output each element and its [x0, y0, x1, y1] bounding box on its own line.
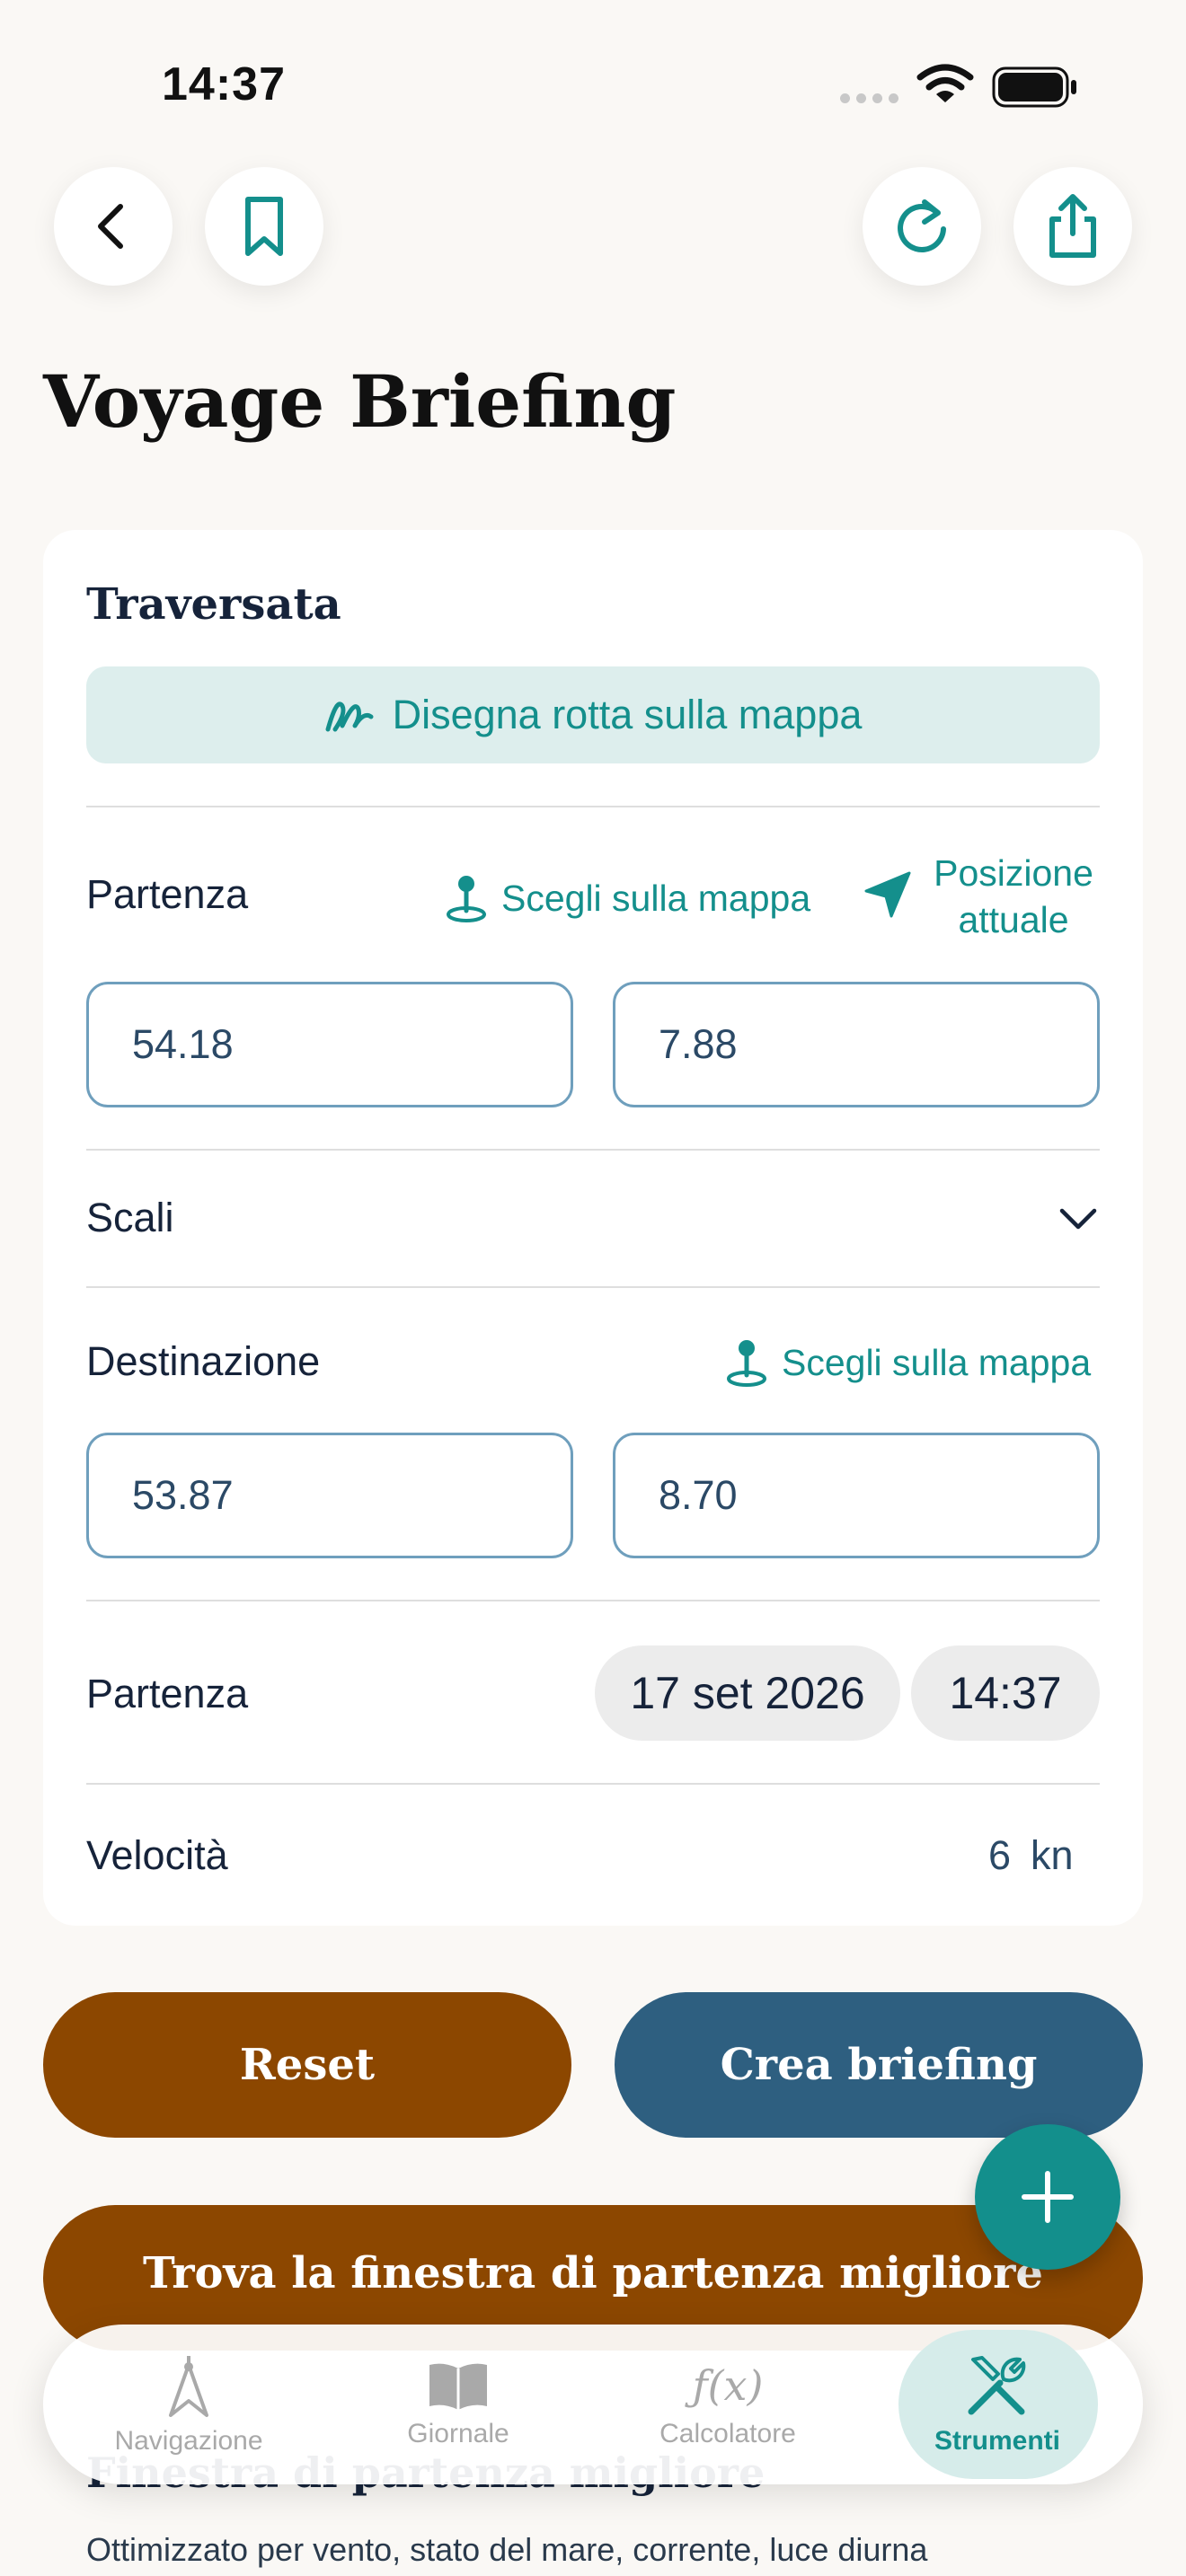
departure-time-picker[interactable]: 14:37: [911, 1645, 1100, 1741]
departure-longitude-input[interactable]: 7.88: [613, 982, 1100, 1107]
status-time: 14:37: [162, 58, 286, 110]
pick-on-map-label: Scegli sulla mappa: [501, 877, 811, 919]
create-briefing-button[interactable]: Crea briefing: [615, 1992, 1143, 2138]
tab-label: Navigazione: [114, 2426, 263, 2456]
chevron-left-icon: [98, 204, 123, 249]
speed-unit: kn: [1031, 1832, 1074, 1878]
draw-route-icon: [325, 701, 374, 732]
plus-icon: [1022, 2171, 1074, 2223]
battery-icon: [992, 66, 1076, 108]
departure-time-label: Partenza: [86, 1671, 249, 1716]
add-fab-button[interactable]: [975, 2124, 1120, 2270]
stops-label: Scali: [86, 1195, 174, 1240]
map-pin-icon: [727, 1340, 766, 1387]
bookmark-icon: [245, 197, 283, 256]
destination-pick-on-map-link[interactable]: Scegli sulla mappa: [724, 1336, 1091, 1389]
card-title: Traversata: [86, 579, 341, 630]
divider: [86, 1149, 1100, 1151]
book-icon: [429, 2363, 487, 2410]
bookmark-button[interactable]: [205, 167, 323, 286]
departure-date-picker[interactable]: 17 set 2026: [595, 1645, 900, 1741]
divider: [86, 1783, 1100, 1785]
back-button[interactable]: [54, 167, 173, 286]
tab-giornale[interactable]: Giornale: [368, 2325, 548, 2484]
tab-calcolatore[interactable]: ƒ(x) Calcolatore: [638, 2325, 818, 2484]
tab-strumenti[interactable]: Strumenti: [907, 2325, 1087, 2484]
divider: [86, 806, 1100, 807]
tab-label: Strumenti: [934, 2426, 1060, 2456]
departure-label: Partenza: [86, 871, 249, 917]
tab-navigazione[interactable]: Navigazione: [99, 2325, 279, 2484]
share-icon: [1049, 194, 1096, 258]
share-button[interactable]: [1013, 167, 1132, 286]
best-window-description: Ottimizzato per vento, stato del mare, c…: [86, 2531, 928, 2568]
speed-label: Velocità: [86, 1832, 228, 1878]
map-pin-icon: [447, 876, 486, 922]
pick-on-map-label: Scegli sulla mappa: [782, 1341, 1092, 1383]
wifi-icon: [916, 64, 974, 102]
location-arrow-icon[interactable]: [863, 869, 913, 920]
refresh-icon: [898, 199, 946, 252]
tab-label: Calcolatore: [659, 2419, 796, 2448]
cellular-signal-icon: [840, 93, 898, 103]
tab-label: Giornale: [407, 2419, 509, 2448]
function-icon: ƒ(x): [692, 2361, 764, 2410]
refresh-button[interactable]: [863, 167, 981, 286]
draw-route-label: Disegna rotta sulla mappa: [392, 692, 863, 737]
departure-latitude-input[interactable]: 54.18: [86, 982, 573, 1107]
reset-button[interactable]: Reset: [43, 1992, 571, 2138]
destination-latitude-input[interactable]: 53.87: [86, 1433, 573, 1558]
departure-pick-on-map-link[interactable]: Scegli sulla mappa: [444, 871, 810, 925]
draw-route-button[interactable]: Disegna rotta sulla mappa: [86, 666, 1100, 763]
current-position-line2: attuale: [958, 899, 1069, 940]
page-title: Voyage Briefing: [43, 359, 677, 444]
divider: [86, 1600, 1100, 1601]
current-position-line1: Posizione: [934, 852, 1093, 894]
speed-value: 6: [988, 1832, 1012, 1878]
destination-label: Destinazione: [86, 1338, 321, 1384]
destination-longitude-input[interactable]: 8.70: [613, 1433, 1100, 1558]
compass-icon: [169, 2356, 208, 2417]
tools-icon: [968, 2356, 1026, 2415]
speed-value-field[interactable]: 6 kn: [988, 1832, 1074, 1879]
chevron-down-icon[interactable]: [1057, 1202, 1100, 1234]
current-position-link[interactable]: Posizione attuale: [924, 850, 1103, 943]
divider: [86, 1286, 1100, 1288]
